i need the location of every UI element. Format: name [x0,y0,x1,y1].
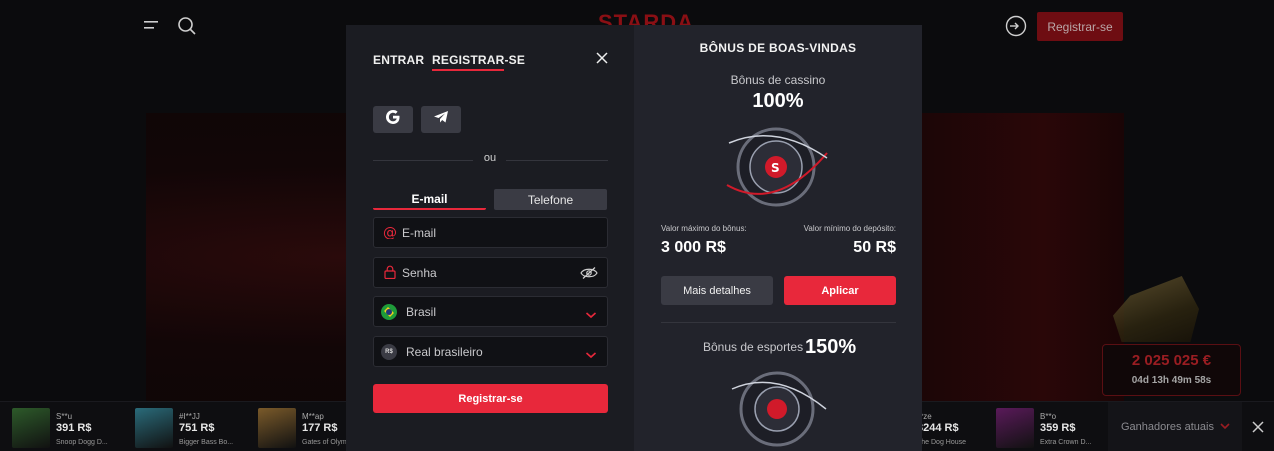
winner-item[interactable]: #I**JJ 751 R$ Bigger Bass Bo... [135,408,253,448]
close-icon[interactable] [595,52,609,66]
casino-bonus-percent: 100% [752,90,804,112]
max-bonus-label: Valor máximo do bônus: [661,224,747,233]
winner-item[interactable]: B**o 359 R$ Extra Crown D... [996,408,1114,448]
google-login-button[interactable] [373,106,413,133]
winner-game: Gates of Olym... [302,439,353,446]
winner-amount: 177 R$ [302,422,338,434]
currency-select[interactable]: R$ Real brasileiro [373,336,608,367]
more-details-button[interactable]: Mais detalhes [661,276,773,305]
gold-bars-image [1113,276,1199,342]
email-field[interactable]: @ E-mail [373,217,608,248]
deposit-chip-image: S [719,123,834,213]
winner-user: S**u [56,412,73,421]
menu-icon[interactable] [144,18,162,32]
winner-amount: 391 R$ [56,422,92,434]
jackpot-amount: 2 025 025 € [1131,352,1212,369]
country-select[interactable]: Brasil [373,296,608,327]
min-deposit-label: Valor mínimo do depósito: [803,224,896,233]
currency-badge: R$ [381,344,397,360]
password-placeholder: Senha [402,266,437,280]
divider [373,160,473,161]
svg-text:S: S [771,161,780,175]
search-icon[interactable] [177,16,197,36]
register-button-top[interactable]: Registrar-se [1037,12,1123,41]
at-icon: @ [383,225,397,241]
apply-button[interactable]: Aplicar [784,276,896,305]
eye-off-icon[interactable] [580,266,598,280]
divider [661,322,896,323]
telegram-icon [433,110,449,129]
game-thumbnail [135,408,173,448]
chevron-down-icon [585,307,597,319]
tab-email[interactable]: E-mail [373,189,486,210]
brazil-flag-icon [381,304,397,320]
winner-game: Bigger Bass Bo... [179,439,234,446]
register-modal: ENTRAR REGISTRAR-SE ou E-mail Telefone @… [346,25,922,451]
winner-game: Snoop Dogg D... [56,439,108,446]
or-text: ou [483,152,497,164]
winner-amount: 751 R$ [179,422,215,434]
divider [506,160,608,161]
svg-text:@: @ [383,225,397,239]
password-field[interactable]: Senha [373,257,608,288]
tab-login[interactable]: ENTRAR [373,53,424,67]
login-icon[interactable] [1005,15,1027,37]
tab-register[interactable]: REGISTRAR-SE [432,53,525,67]
lock-icon [383,265,397,280]
tab-phone[interactable]: Telefone [494,189,607,210]
sports-bonus-label: Bônus de esportes [703,340,804,354]
currency-value: Real brasileiro [406,345,483,359]
register-form-pane: ENTRAR REGISTRAR-SE ou E-mail Telefone @… [346,25,634,451]
sports-bonus-percent: 150% [805,336,857,358]
hero-banner-side [922,113,1124,401]
telegram-login-button[interactable] [421,106,461,133]
winner-amount: 359 R$ [1040,422,1076,434]
jackpot-widget[interactable]: 2 025 025 € 04d 13h 49m 58s [1102,344,1241,396]
bonus-title: BÔNUS DE BOAS-VINDAS [699,41,857,55]
chevron-down-icon[interactable] [1220,422,1230,433]
google-icon [385,109,401,130]
game-thumbnail [996,408,1034,448]
min-deposit-value: 50 R$ [853,239,896,256]
game-thumbnail [258,408,296,448]
winner-game: The Dog House [917,439,967,446]
welcome-bonus-pane: BÔNUS DE BOAS-VINDAS Bônus de cassino 10… [634,25,922,451]
winner-amount: 3244 R$ [917,422,959,434]
winner-user: #I**JJ [179,412,200,421]
close-icon[interactable] [1252,421,1264,436]
email-placeholder: E-mail [402,226,437,240]
chevron-down-icon [585,347,597,359]
register-submit-button[interactable]: Registrar-se [373,384,608,413]
winner-user: B**o [1040,412,1057,421]
jackpot-timer: 04d 13h 49m 58s [1131,375,1212,386]
country-value: Brasil [406,305,437,319]
game-thumbnail [12,408,50,448]
active-tab-indicator [432,69,504,71]
max-bonus-value: 3 000 R$ [661,239,726,256]
winner-game: Extra Crown D... [1040,439,1092,446]
casino-bonus-label: Bônus de cassino [730,73,826,87]
sports-chip-image [722,369,832,451]
winner-user: M**ap [302,412,324,421]
winner-item[interactable]: S**u 391 R$ Snoop Dogg D... [12,408,130,448]
